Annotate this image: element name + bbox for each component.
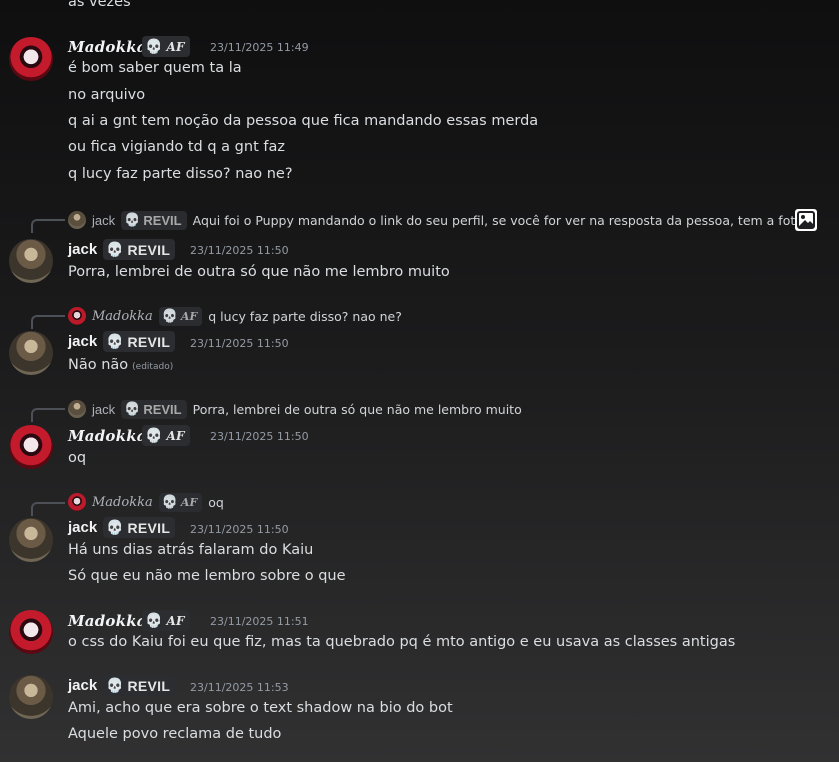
message-line: Ami, acho que era sobre o text shadow na… xyxy=(68,700,453,716)
message-line: o css do Kaiu foi eu que fiz, mas ta que… xyxy=(68,634,736,650)
tag-label: AF xyxy=(166,613,185,628)
user-tag[interactable]: 💀 AF xyxy=(142,610,190,631)
skull-white-icon: 💀 xyxy=(106,677,124,694)
author-name[interactable]: jack xyxy=(68,241,97,258)
skull-white-icon: 💀 xyxy=(124,401,141,417)
reply-avatar xyxy=(68,493,86,511)
reply-avatar xyxy=(68,400,86,418)
author-name[interactable]: jack xyxy=(68,677,97,694)
timestamp[interactable]: 23/11/2025 11:50 xyxy=(190,523,289,536)
reply-text: q lucy faz parte disso? nao ne? xyxy=(208,308,402,324)
reply-preview[interactable]: jack 💀 REVIL Aqui foi o Puppy mandando o… xyxy=(68,209,811,231)
message-line: ou fica vigiando td q a gnt faz xyxy=(68,139,285,155)
avatar-jack[interactable] xyxy=(9,675,53,719)
edited-label: (editado) xyxy=(132,362,174,372)
skull-white-icon: 💀 xyxy=(106,519,124,536)
user-tag[interactable]: 💀 AF xyxy=(142,425,190,446)
reply-tag-label: AF xyxy=(180,309,198,323)
avatar-jack[interactable] xyxy=(9,518,53,562)
tag-label: REVIL xyxy=(127,241,171,258)
author-name[interactable]: Madokka xyxy=(68,427,147,445)
avatar-jack[interactable] xyxy=(9,331,53,375)
message-line: q ai a gnt tem noção da pessoa que fica … xyxy=(68,113,539,129)
skull-white-icon: 💀 xyxy=(106,241,124,258)
reply-spine xyxy=(31,315,65,329)
skull-purple-icon: 💀 xyxy=(145,38,163,55)
reply-tag: 💀 REVIL xyxy=(121,210,187,230)
user-tag[interactable]: 💀 REVIL xyxy=(103,239,176,260)
avatar-jack[interactable] xyxy=(9,239,53,283)
reply-avatar xyxy=(68,211,86,229)
reply-preview[interactable]: Madokka 💀 AF q lucy faz parte disso? nao… xyxy=(68,305,402,327)
timestamp[interactable]: 23/11/2025 11:50 xyxy=(190,337,289,350)
timestamp[interactable]: 23/11/2025 11:49 xyxy=(210,41,309,54)
tag-label: REVIL xyxy=(127,519,171,536)
user-tag[interactable]: 💀 REVIL xyxy=(103,675,176,696)
timestamp[interactable]: 23/11/2025 11:53 xyxy=(190,681,289,694)
reply-spine xyxy=(31,219,65,233)
reply-tag: 💀 AF xyxy=(158,306,203,326)
reply-tag: 💀 REVIL xyxy=(121,399,187,419)
tag-label: AF xyxy=(166,39,185,54)
message-line: q lucy faz parte disso? nao ne? xyxy=(68,166,293,182)
reply-text: Aqui foi o Puppy mandando o link do seu … xyxy=(192,212,811,228)
message-text: Não não xyxy=(68,357,129,373)
reply-author: jack xyxy=(92,401,116,417)
image-icon[interactable] xyxy=(795,209,817,231)
tag-label: AF xyxy=(166,428,185,443)
reply-preview[interactable]: Madokka 💀 AF oq xyxy=(68,491,224,513)
skull-purple-icon: 💀 xyxy=(145,612,163,629)
timestamp[interactable]: 23/11/2025 11:51 xyxy=(210,615,309,628)
author-name[interactable]: jack xyxy=(68,333,97,350)
reply-text: Porra, lembrei de outra só que não me le… xyxy=(192,401,522,417)
avatar-madokka[interactable] xyxy=(9,610,53,654)
reply-tag-label: AF xyxy=(180,495,198,509)
reply-tag-label: REVIL xyxy=(143,401,182,417)
reply-tag: 💀 AF xyxy=(158,492,203,512)
message-line: Só que eu não me lembro sobre o que xyxy=(68,568,346,584)
author-name[interactable]: Madokka xyxy=(68,612,147,630)
reply-author: Madokka xyxy=(92,308,153,324)
avatar-madokka[interactable] xyxy=(9,37,53,81)
tag-label: REVIL xyxy=(127,677,171,694)
reply-text: oq xyxy=(208,494,224,510)
message-line: é bom saber quem ta la xyxy=(68,60,242,76)
user-tag[interactable]: 💀 AF xyxy=(142,36,190,57)
skull-white-icon: 💀 xyxy=(106,333,124,350)
message-line: Há uns dias atrás falaram do Kaiu xyxy=(68,542,314,558)
skull-purple-icon: 💀 xyxy=(161,494,178,510)
author-name[interactable]: jack xyxy=(68,519,97,536)
tag-label: REVIL xyxy=(127,333,171,350)
skull-purple-icon: 💀 xyxy=(145,427,163,444)
timestamp[interactable]: 23/11/2025 11:50 xyxy=(190,244,289,257)
message-line: no arquivo xyxy=(68,87,146,103)
skull-purple-icon: 💀 xyxy=(161,308,178,324)
reply-spine xyxy=(31,408,65,422)
skull-white-icon: 💀 xyxy=(124,212,141,228)
message-line: Porra, lembrei de outra só que não me le… xyxy=(68,264,450,280)
message-line-partial: as vezes xyxy=(68,0,131,10)
author-name[interactable]: Madokka xyxy=(68,38,147,56)
reply-spine xyxy=(31,502,65,516)
reply-preview[interactable]: jack 💀 REVIL Porra, lembrei de outra só … xyxy=(68,398,522,420)
message-line: oq xyxy=(68,450,87,466)
user-tag[interactable]: 💀 REVIL xyxy=(103,331,176,352)
user-tag[interactable]: 💀 REVIL xyxy=(103,517,176,538)
reply-avatar xyxy=(68,307,86,325)
avatar-madokka[interactable] xyxy=(9,425,53,469)
reply-tag-label: REVIL xyxy=(143,212,182,228)
message-line: Não não (editado) xyxy=(68,357,173,373)
timestamp[interactable]: 23/11/2025 11:50 xyxy=(210,430,309,443)
reply-author: Madokka xyxy=(92,494,153,510)
message-line: Aquele povo reclama de tudo xyxy=(68,726,282,742)
reply-author: jack xyxy=(92,212,116,228)
